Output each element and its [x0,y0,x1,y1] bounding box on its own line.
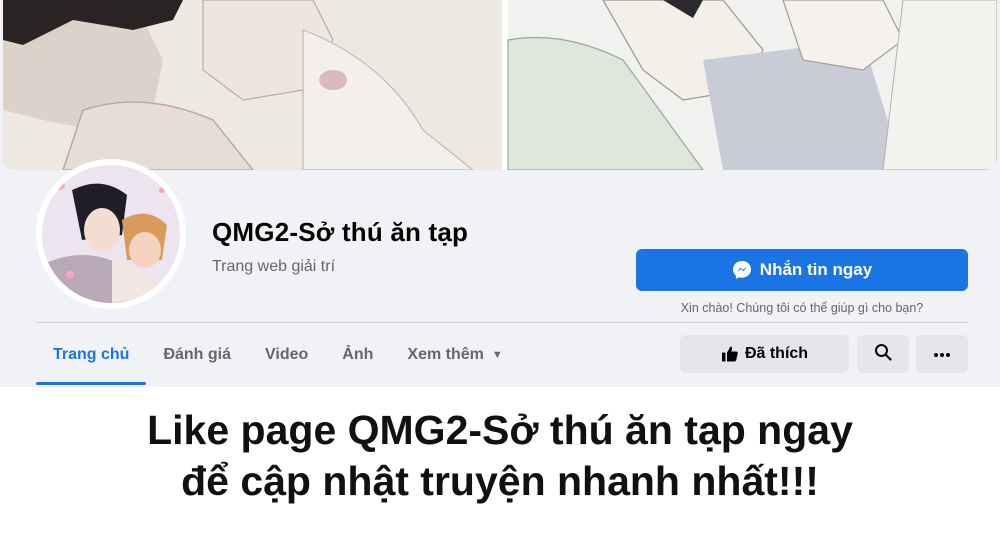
header-divider [36,322,968,323]
more-options-button[interactable] [916,335,968,373]
tab-label: Video [265,346,309,363]
liked-button[interactable]: Đã thích [680,335,849,373]
tab-label: Ảnh [342,346,374,363]
tab-bar: Trang chủ Đánh giá Video Ảnh Xem thêm ▼ [36,324,520,386]
page-title[interactable]: QMG2-Sở thú ăn tạp [212,217,468,248]
cover-photo[interactable] [3,0,997,170]
promo-caption-line: để cập nhật truyện nhanh nhất!!! [181,458,819,504]
tab-label: Xem thêm [407,346,484,363]
tab-label: Đánh giá [163,346,232,363]
greeting-text: Xin chào! Chúng tôi có thể giúp gì cho b… [680,301,924,315]
liked-label: Đã thích [744,345,809,362]
search-button[interactable] [857,335,909,373]
tab-home[interactable]: Trang chủ [36,324,147,386]
thumbs-up-icon [721,345,739,363]
tab-videos[interactable]: Video [248,324,325,386]
tab-reviews[interactable]: Đánh giá [146,324,248,386]
profile-picture[interactable] [36,159,186,309]
messenger-icon [732,260,752,280]
more-icon [933,345,951,363]
promo-caption: Like page QMG2-Sở thú ăn tạp ngay để cập… [0,405,1000,507]
send-message-button[interactable]: Nhắn tin ngay [636,249,968,291]
tab-label: Trang chủ [53,346,130,363]
tab-more[interactable]: Xem thêm ▼ [390,324,519,386]
send-message-label: Nhắn tin ngay [759,260,873,279]
search-icon [874,343,892,366]
page-header: QMG2-Sở thú ăn tạp Trang web giải trí Nh… [0,0,1000,387]
promo-caption-line: Like page QMG2-Sở thú ăn tạp ngay [147,407,853,453]
tab-photos[interactable]: Ảnh [325,324,390,386]
page-category: Trang web giải trí [212,258,336,275]
caret-down-icon: ▼ [491,349,503,361]
